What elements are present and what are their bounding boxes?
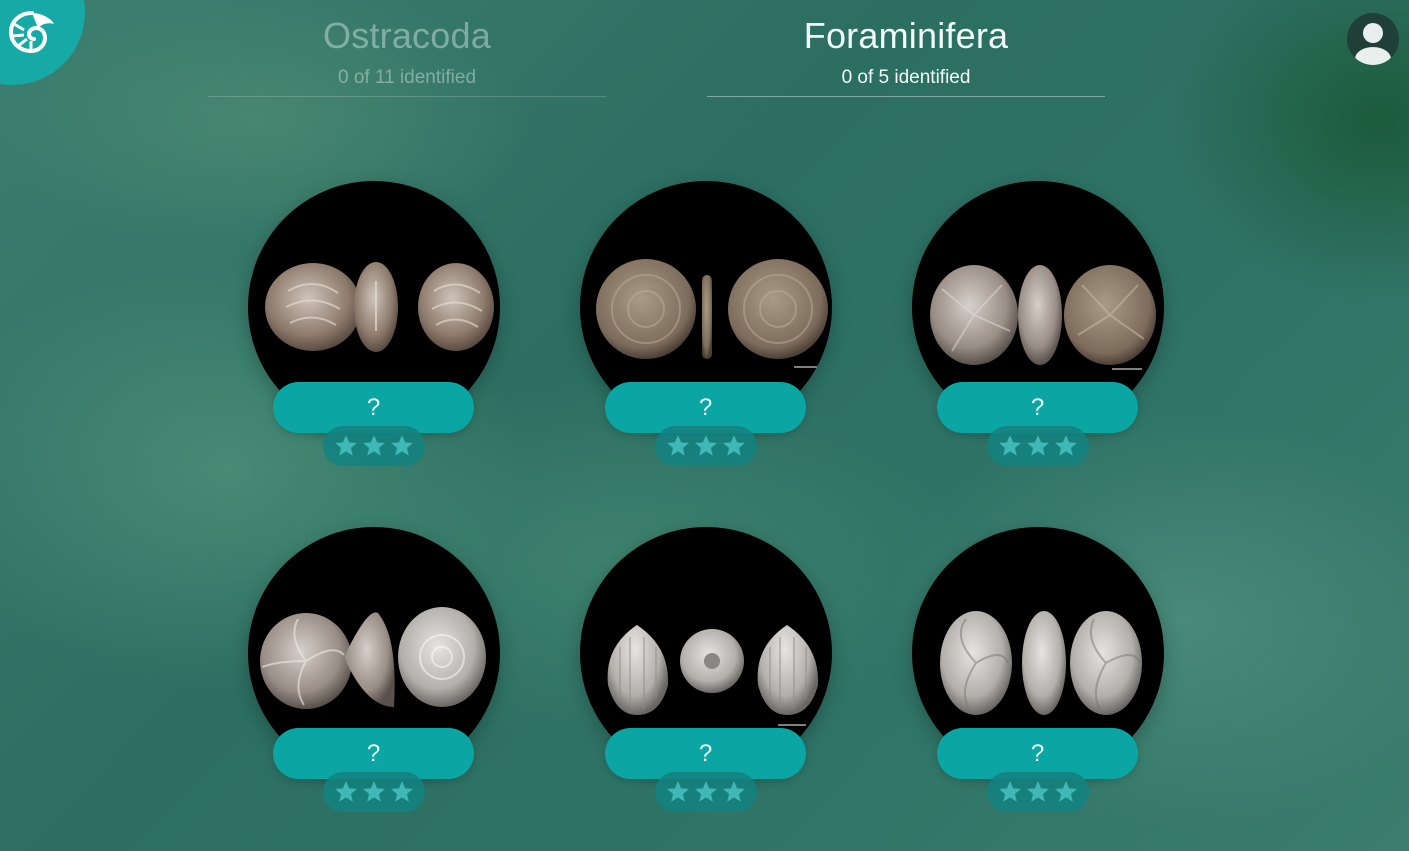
star-icon xyxy=(667,435,689,456)
tab-title: Foraminifera xyxy=(803,15,1009,56)
star-icon xyxy=(723,435,745,456)
star-icon xyxy=(1027,435,1049,456)
star-icon xyxy=(1027,781,1049,802)
star-rating xyxy=(655,772,757,812)
tab-foraminifera[interactable]: Foraminifera 0 of 5 identified xyxy=(707,14,1105,97)
star-icon xyxy=(363,435,385,456)
tab-title: Ostracoda xyxy=(323,15,491,56)
tab-progress: 0 of 11 identified xyxy=(337,67,477,88)
tab-ostracoda[interactable]: Ostracoda 0 of 11 identified xyxy=(208,14,606,97)
star-icon xyxy=(723,781,745,802)
specimen-card: ? xyxy=(912,181,1164,471)
tab-progress: 0 of 5 identified xyxy=(841,67,971,88)
specimen-card: ? xyxy=(248,181,500,471)
star-icon xyxy=(391,435,413,456)
user-avatar-icon xyxy=(1355,23,1391,65)
user-avatar-button[interactable] xyxy=(1347,13,1399,65)
star-icon xyxy=(1055,435,1077,456)
star-icon xyxy=(335,435,357,456)
star-icon xyxy=(1055,781,1077,802)
star-icon xyxy=(695,781,717,802)
star-icon xyxy=(999,781,1021,802)
star-icon xyxy=(335,781,357,802)
star-rating xyxy=(987,426,1089,466)
star-icon xyxy=(363,781,385,802)
star-icon xyxy=(667,781,689,802)
specimen-card: ? xyxy=(580,527,832,817)
star-rating xyxy=(987,772,1089,812)
specimen-card: ? xyxy=(580,181,832,471)
specimen-card: ? xyxy=(912,527,1164,817)
star-rating xyxy=(323,772,425,812)
specimen-card: ? xyxy=(248,527,500,817)
app-logo[interactable] xyxy=(0,0,85,85)
star-icon xyxy=(695,435,717,456)
star-rating xyxy=(655,426,757,466)
nautilus-shell-icon xyxy=(8,11,54,54)
star-icon xyxy=(391,781,413,802)
star-rating xyxy=(323,426,425,466)
star-icon xyxy=(999,435,1021,456)
